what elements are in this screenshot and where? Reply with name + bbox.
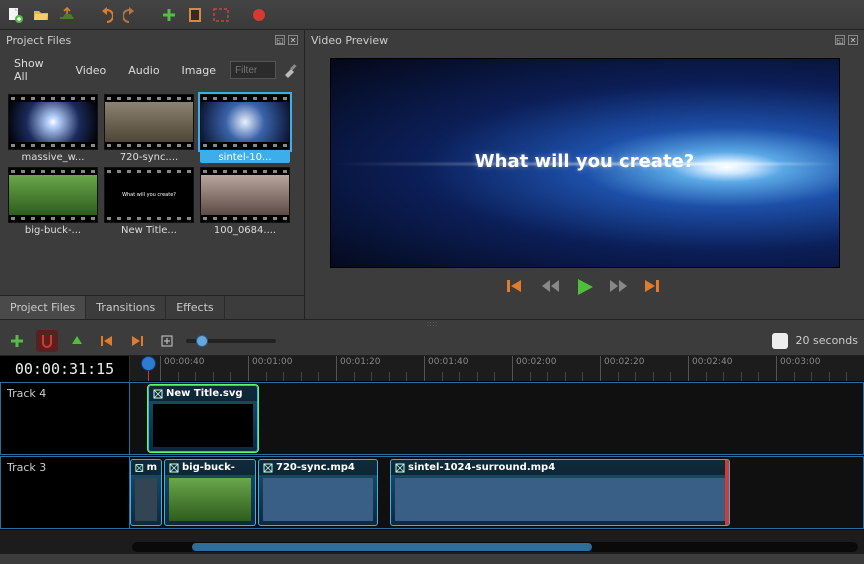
play-button[interactable] (575, 278, 595, 299)
track-header[interactable]: Track 3 (0, 456, 130, 529)
project-file-item[interactable]: 100_0684.... (200, 167, 290, 236)
import-files-button[interactable] (158, 4, 180, 26)
clip-label: 720-sync.mp4 (276, 462, 355, 473)
filter-image[interactable]: Image (174, 61, 224, 80)
undo-button[interactable] (94, 4, 116, 26)
preview-body: What will you create? (305, 50, 864, 319)
close-panel-icon[interactable]: ✕ (288, 35, 298, 45)
clip-label: sintel-1024-surround.mp4 (408, 462, 555, 473)
tab-project-files[interactable]: Project Files (0, 296, 86, 319)
timeline-clip[interactable]: m (130, 459, 162, 526)
filter-input[interactable] (230, 61, 276, 79)
timeline-clip[interactable]: 720-sync.mp4 (258, 459, 378, 526)
project-file-item[interactable]: sintel-10... (200, 94, 290, 163)
razor-menu-button[interactable] (66, 330, 88, 352)
zoom-label: 20 seconds (796, 334, 858, 347)
timeline-clip[interactable]: sintel-1024-surround.mp4 (390, 459, 730, 526)
timeline-tracks: Track 4 New Title.svg Track 3 m big-buck… (0, 382, 864, 554)
timeline-clip[interactable]: New Title.svg (148, 385, 258, 452)
jump-end-button[interactable] (643, 278, 663, 299)
tab-effects[interactable]: Effects (166, 296, 224, 319)
lower-tabs: Project Files Transitions Effects (0, 295, 304, 319)
detach-panel-icon[interactable]: ◱ (275, 35, 285, 45)
ruler-tick: 00:03:00 (776, 356, 823, 381)
filter-audio[interactable]: Audio (120, 61, 167, 80)
choose-profile-button[interactable] (184, 4, 206, 26)
project-file-item[interactable]: 720-sync.... (104, 94, 194, 163)
tab-transitions[interactable]: Transitions (86, 296, 166, 319)
project-file-item[interactable]: massive_w... (8, 94, 98, 163)
clip-label: m (147, 462, 157, 473)
clear-filter-icon[interactable] (282, 61, 298, 79)
transport-controls (507, 268, 663, 303)
project-file-item[interactable]: big-buck-... (8, 167, 98, 236)
track-lane[interactable]: New Title.svg (130, 382, 864, 455)
next-marker-button[interactable] (126, 330, 148, 352)
detach-preview-icon[interactable]: ◱ (835, 35, 845, 45)
rewind-button[interactable] (541, 278, 561, 299)
filter-show-all[interactable]: Show All (6, 54, 61, 86)
filter-video[interactable]: Video (67, 61, 114, 80)
ruler-tick: 00:01:40 (424, 356, 471, 381)
ruler-tick: 00:01:00 (248, 356, 295, 381)
previous-marker-button[interactable] (96, 330, 118, 352)
timeline-ruler[interactable]: 00:00:31:15 00:00:40 00:01:00 00:01:20 00:0… (0, 356, 864, 382)
thumb-label: massive_w... (8, 150, 98, 163)
open-project-button[interactable] (30, 4, 52, 26)
thumb-label: big-buck-... (8, 223, 98, 236)
project-files-filter-bar: Show All Video Audio Image (0, 50, 304, 90)
save-project-button[interactable] (56, 4, 78, 26)
ruler-tick: 00:02:20 (600, 356, 647, 381)
project-files-title: Project Files (6, 34, 71, 47)
clip-label: New Title.svg (166, 388, 243, 399)
snapping-button[interactable] (36, 330, 58, 352)
preview-overlay-text: What will you create? (331, 151, 839, 172)
new-project-button[interactable] (4, 4, 26, 26)
thumb-label: 720-sync.... (104, 150, 194, 163)
ruler-tick: 00:01:20 (336, 356, 383, 381)
close-preview-icon[interactable]: ✕ (848, 35, 858, 45)
project-files-grid: massive_w... 720-sync.... sintel-10... b… (0, 90, 304, 295)
clip-label: big-buck- (182, 462, 235, 473)
zoom-slider[interactable] (186, 339, 276, 343)
center-playhead-button[interactable] (156, 330, 178, 352)
project-files-header: Project Files ◱ ✕ (0, 30, 304, 50)
preview-screen[interactable]: What will you create? (330, 58, 840, 268)
ruler-tick: 00:02:40 (688, 356, 735, 381)
playhead[interactable] (148, 356, 149, 381)
video-preview-panel: Video Preview ◱ ✕ What will you create? (305, 30, 864, 319)
timeline-toolbar: 20 seconds (0, 326, 864, 356)
redo-button[interactable] (120, 4, 142, 26)
project-file-item[interactable]: What will you create? New Title... (104, 167, 194, 236)
track-lane[interactable]: m big-buck- 720-sync.mp4 sintel-1024-sur… (130, 456, 864, 529)
ruler-tick: 00:00:40 (160, 356, 207, 381)
timeline-track: Track 4 New Title.svg (0, 382, 864, 456)
fast-forward-button[interactable] (609, 278, 629, 299)
main-split: Project Files ◱ ✕ Show All Video Audio I… (0, 30, 864, 320)
ruler-tick: 00:02:00 (512, 356, 559, 381)
timeline-clip[interactable]: big-buck- (164, 459, 256, 526)
export-video-button[interactable] (248, 4, 270, 26)
timeline-scrollbar[interactable] (132, 542, 858, 552)
add-track-button[interactable] (6, 330, 28, 352)
project-files-panel: Project Files ◱ ✕ Show All Video Audio I… (0, 30, 305, 319)
video-preview-header: Video Preview ◱ ✕ (305, 30, 864, 50)
ance-at-indplaneseconds-icon[interactable] (772, 333, 788, 349)
video-preview-title: Video Preview (311, 34, 388, 47)
thumb-label: sintel-10... (200, 150, 290, 163)
jump-start-button[interactable] (507, 278, 527, 299)
track-header[interactable]: Track 4 (0, 382, 130, 455)
timeline-track: Track 3 m big-buck- 720-sync.mp4 sintel-… (0, 456, 864, 530)
fullscreen-button[interactable] (210, 4, 232, 26)
thumb-label: New Title... (104, 223, 194, 236)
timecode-display[interactable]: 00:00:31:15 (0, 356, 130, 382)
main-toolbar (0, 0, 864, 30)
thumb-label: 100_0684.... (200, 223, 290, 236)
